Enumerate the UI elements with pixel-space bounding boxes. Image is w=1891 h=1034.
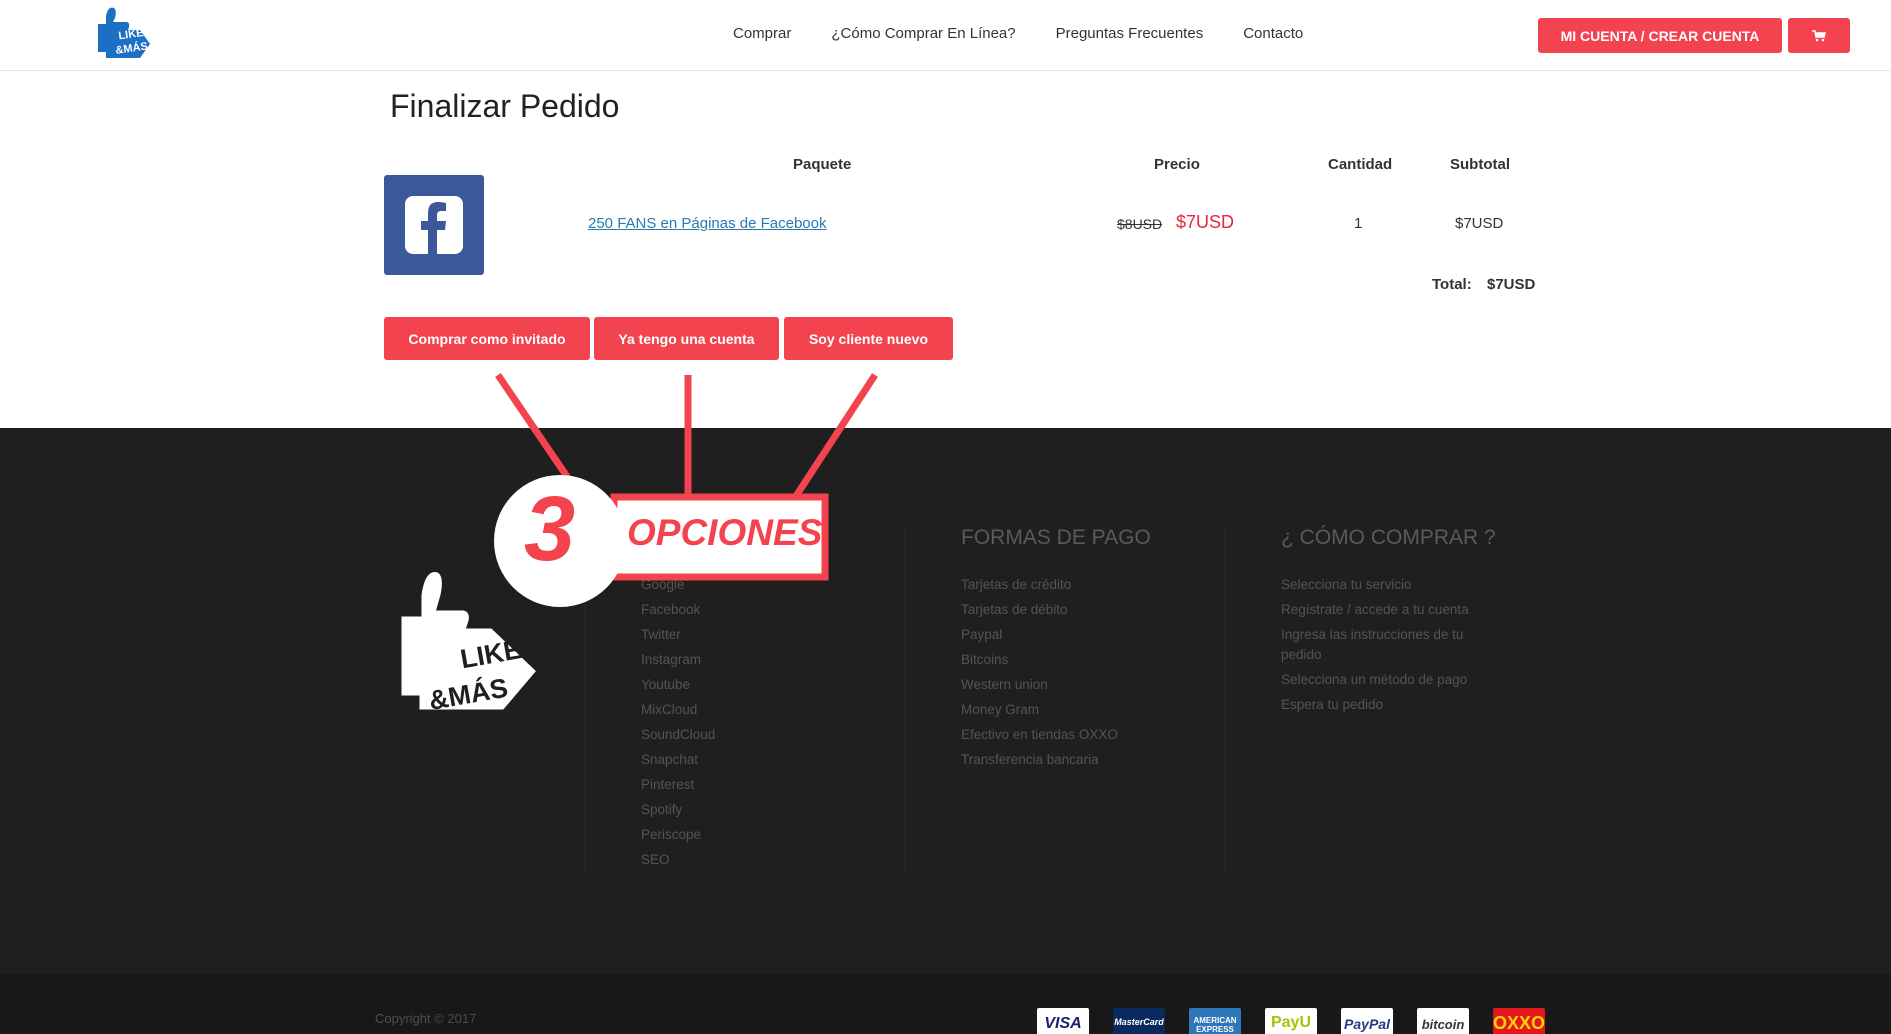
annotation-overlay	[494, 373, 878, 607]
annotation-label: OPCIONES	[627, 512, 823, 553]
annotation-number: 3	[524, 478, 576, 580]
